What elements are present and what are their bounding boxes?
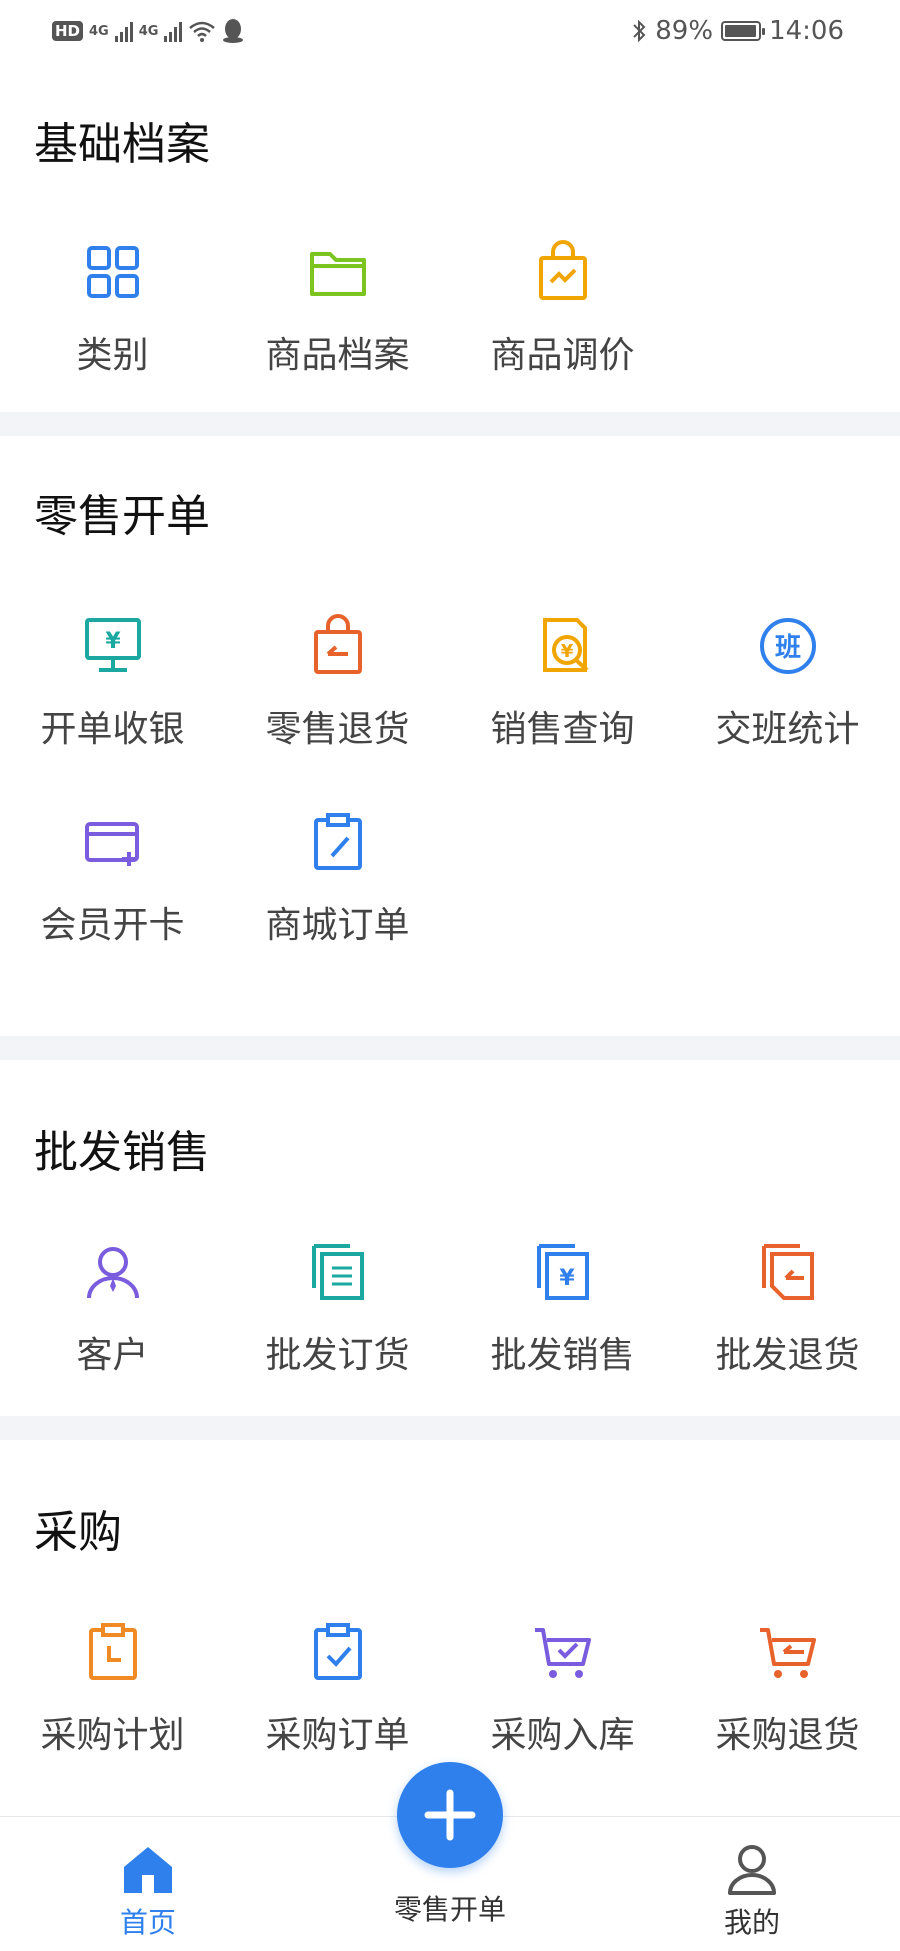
wholesale-sales-icon: ¥ [536,1244,589,1300]
fab-label: 零售开单 [393,1893,506,1926]
nav-home-label: 首页 [119,1906,176,1939]
menu-item-mall-order[interactable]: 商城订单 [225,810,450,948]
svg-text:¥: ¥ [559,1266,575,1291]
network-type-1: 4G [89,23,109,39]
menu-item-price-adjust[interactable]: 商品调价 [450,240,675,378]
svg-text:¥: ¥ [560,641,573,662]
menu-item-label: 交班统计 [715,709,860,750]
menu-item-wholesale-return[interactable]: 批发退货 [675,1240,900,1378]
section-retail: 零售开单 ¥ 开单收银 零售退货 ¥ 销售查询 班 交班统计 会员开卡 商城订单 [0,436,900,1036]
menu-item-label: 商品档案 [265,335,410,376]
member-card-icon [84,822,139,866]
cash-register-icon: ¥ [84,618,141,672]
svg-text:¥: ¥ [105,629,121,654]
folder-icon [309,252,366,296]
hd-badge: HD [52,21,84,41]
network-type-2: 4G [138,23,159,39]
wifi-icon [189,21,216,42]
section-basic-records: 基础档案 类别 商品档案 商品调价 [0,64,900,412]
menu-item-label: 批发销售 [490,1335,635,1376]
price-bag-icon [538,240,587,300]
shift-icon: 班 [759,618,816,674]
nav-home[interactable]: 首页 [48,1841,248,1941]
home-icon [124,1847,172,1893]
nav-mine[interactable]: 我的 [652,1841,852,1941]
menu-item-label: 采购入库 [490,1715,635,1756]
menu-item-label: 零售退货 [265,709,410,750]
menu-item-product-records[interactable]: 商品档案 [225,240,450,378]
purchase-order-icon [313,1623,362,1680]
wholesale-order-icon [311,1244,364,1300]
customer-icon [86,1247,139,1299]
battery-percent: 89% [655,16,714,46]
menu-item-label: 销售查询 [490,709,635,750]
section-divider [0,1036,900,1060]
menu-item-label: 商城订单 [265,905,410,946]
menu-item-purchase-return[interactable]: 采购退货 [675,1620,900,1758]
bluetooth-icon [633,19,646,43]
menu-item-purchase-order[interactable]: 采购订单 [225,1620,450,1758]
status-right: 89% 14:06 [631,14,844,48]
sales-search-icon: ¥ [542,618,588,672]
menu-item-label: 批发退货 [715,1335,860,1376]
menu-item-shift-stats[interactable]: 班 交班统计 [675,614,900,752]
qq-icon [223,19,244,43]
menu-item-wholesale-order[interactable]: 批发订货 [225,1240,450,1378]
cart-return-icon [759,1628,816,1678]
purchase-plan-icon [88,1623,137,1680]
menu-item-retail-return[interactable]: 零售退货 [225,614,450,752]
menu-item-label: 开单收银 [40,709,185,750]
section-title: 基础档案 [34,119,210,170]
menu-item-category[interactable]: 类别 [0,240,225,378]
menu-item-label: 商品调价 [490,335,635,376]
clock: 14:06 [769,16,844,46]
section-title: 采购 [34,1507,122,1558]
plus-icon [424,1789,476,1841]
signal-icon [114,20,133,42]
menu-item-wholesale-sales[interactable]: ¥ 批发销售 [450,1240,675,1378]
user-icon [728,1845,776,1895]
section-divider [0,1416,900,1440]
battery-icon [721,21,766,41]
return-bag-icon [313,614,362,674]
menu-item-purchase-inbound[interactable]: 采购入库 [450,1620,675,1758]
section-purchase: 采购 采购计划 采购订单 采购入库 采购退货 [0,1440,900,1796]
menu-item-label: 批发订货 [265,1335,410,1376]
section-title: 批发销售 [34,1127,210,1178]
section-divider [0,412,900,436]
grid-icon [86,246,139,298]
menu-item-purchase-plan[interactable]: 采购计划 [0,1620,225,1758]
status-left: HD 4G 4G [52,14,244,48]
signal-icon-2 [164,20,183,42]
retail-checkout-fab[interactable] [397,1762,503,1868]
menu-item-label: 采购退货 [715,1715,860,1756]
clipboard-edit-icon [313,813,362,870]
menu-item-label: 客户 [76,1335,149,1376]
section-wholesale: 批发销售 客户 批发订货 ¥ 批发销售 批发退货 [0,1060,900,1416]
menu-item-checkout[interactable]: ¥ 开单收银 [0,614,225,752]
menu-item-label: 会员开卡 [40,905,185,946]
menu-item-member-card[interactable]: 会员开卡 [0,810,225,948]
shift-glyph: 班 [774,633,800,663]
menu-item-label: 采购计划 [40,1715,185,1756]
nav-mine-label: 我的 [723,1906,780,1939]
wholesale-return-icon [761,1244,814,1300]
section-title: 零售开单 [34,491,210,542]
menu-item-label: 类别 [76,335,149,376]
status-bar: HD 4G 4G 89% 14:06 [0,0,900,64]
menu-item-sales-query[interactable]: ¥ 销售查询 [450,614,675,752]
cart-check-icon [534,1628,591,1678]
menu-item-label: 采购订单 [265,1715,410,1756]
menu-item-customer[interactable]: 客户 [0,1240,225,1378]
